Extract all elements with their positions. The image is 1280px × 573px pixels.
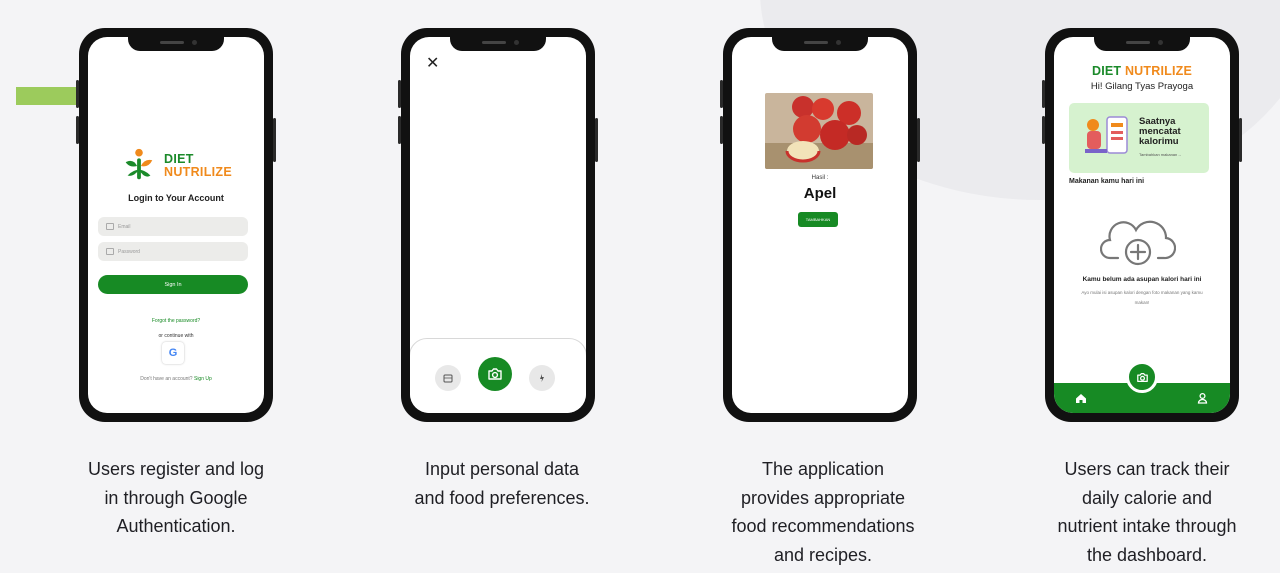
caption-login: Users register and log in through Google… <box>87 459 265 536</box>
brand-logo: DIET NUTRILIZE <box>88 147 264 185</box>
empty-state-subtitle: Ayo mulai isi asupan kalori dengan foto … <box>1081 290 1203 305</box>
promo-link[interactable]: Tambahkan makanan→ <box>1139 152 1181 157</box>
result-value: Apel <box>803 185 837 202</box>
phone-camera: ✕ <box>398 28 598 422</box>
dashboard-brand: DIET NUTRILIZE <box>1054 64 1230 78</box>
promo-title: Saatnya mencatat kalorimu <box>1139 116 1181 147</box>
caption-tracking: Users can track their daily calorie and … <box>1057 459 1237 565</box>
close-icon[interactable]: ✕ <box>426 53 439 73</box>
camera-controls <box>410 338 586 413</box>
mail-icon <box>106 223 114 230</box>
result-screen: Hasil : Apel TAMBAHKAN <box>732 37 908 413</box>
phone-notch <box>450 36 546 51</box>
email-placeholder: Email <box>118 223 131 230</box>
today-food-label: Makanan kamu hari ini <box>1069 178 1145 185</box>
email-field[interactable]: Email <box>98 217 248 236</box>
password-field[interactable]: Password <box>98 242 248 261</box>
gallery-button[interactable] <box>435 365 461 391</box>
sign-in-button[interactable]: Sign In <box>98 275 248 294</box>
camera-screen: ✕ <box>410 37 586 413</box>
empty-state-title: Kamu belum ada asupan kalori hari ini <box>1082 276 1202 283</box>
phone-login: DIET NUTRILIZE Login to Your Account Ema… <box>76 28 276 422</box>
signup-row: Don't have an account? Sign Up <box>88 376 264 382</box>
password-placeholder: Password <box>118 248 140 255</box>
google-signin-button[interactable]: G <box>162 342 184 364</box>
illustration-icon <box>1085 116 1128 154</box>
login-title: Login to Your Account <box>128 193 224 203</box>
profile-icon[interactable] <box>1197 392 1208 404</box>
cloud-add-icon <box>1100 220 1176 266</box>
diet-nutrilize-logo-icon <box>125 148 153 180</box>
promo-card[interactable]: Saatnya mencatat kalorimu Tambahkan maka… <box>1069 103 1209 173</box>
flash-icon <box>540 374 544 382</box>
lock-icon <box>106 248 114 255</box>
phone-notch <box>128 36 224 51</box>
google-icon: G <box>168 347 178 359</box>
brand-line-2: NUTRILIZE <box>164 165 232 179</box>
gallery-icon <box>443 374 453 382</box>
forgot-password-link[interactable]: Forgot the password? <box>88 318 264 324</box>
brand-part-1: DIET <box>1091 64 1122 78</box>
signup-prompt: Don't have an account? <box>140 376 193 382</box>
brand-part-2: NUTRILIZE <box>1124 64 1193 78</box>
apple-photo <box>765 93 873 169</box>
home-icon[interactable] <box>1075 393 1087 404</box>
or-continue-label: or continue with <box>158 333 194 339</box>
caption-recommendation: The application provides appropriate foo… <box>731 459 915 565</box>
phone-dashboard: DIET NUTRILIZE Hi! Gilang Tyas Prayoga S… <box>1042 28 1242 422</box>
signup-link[interactable]: Sign Up <box>194 376 212 382</box>
result-label: Hasil : <box>811 175 829 181</box>
capture-button[interactable] <box>478 357 512 391</box>
phone-notch <box>772 36 868 51</box>
user-greeting: Hi! Gilang Tyas Prayoga <box>1090 81 1194 92</box>
phone-notch <box>1094 36 1190 51</box>
brand-name: DIET NUTRILIZE <box>164 153 232 179</box>
nav-camera-button[interactable] <box>1126 361 1158 393</box>
login-screen: DIET NUTRILIZE Login to Your Account Ema… <box>88 37 264 413</box>
accent-bar <box>16 87 76 105</box>
caption-input: Input personal data and food preferences… <box>414 459 590 508</box>
flash-button[interactable] <box>529 365 555 391</box>
add-food-button[interactable]: TAMBAHKAN <box>798 212 838 227</box>
camera-icon <box>488 368 502 380</box>
dashboard-screen: DIET NUTRILIZE Hi! Gilang Tyas Prayoga S… <box>1054 37 1230 413</box>
phone-result: Hasil : Apel TAMBAHKAN <box>720 28 920 422</box>
camera-icon <box>1136 372 1148 382</box>
